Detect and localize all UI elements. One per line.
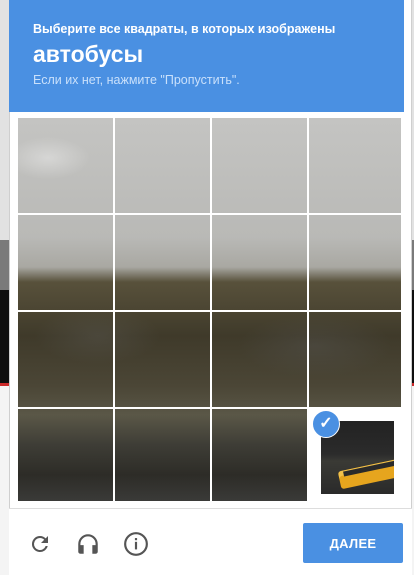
instruction-text: Выберите все квадраты, в которых изображ… [33, 22, 336, 36]
grid-tile[interactable] [115, 312, 210, 407]
grid-tile[interactable] [212, 312, 307, 407]
grid-tile[interactable] [18, 215, 113, 310]
grid-tile[interactable] [212, 118, 307, 213]
grid-tile[interactable] [115, 118, 210, 213]
captcha-header: Выберите все квадраты, в которых изображ… [9, 0, 404, 112]
reload-icon[interactable] [25, 529, 55, 559]
grid-tile[interactable] [18, 409, 113, 504]
captcha-footer: ДАЛЕЕ [9, 508, 412, 575]
target-object: автобусы [33, 41, 144, 67]
grid-tile[interactable] [18, 118, 113, 213]
grid-tile[interactable] [309, 118, 404, 213]
grid-tile[interactable] [309, 215, 404, 310]
checkmark-icon: ✓ [312, 410, 340, 438]
grid-tile[interactable] [212, 409, 307, 504]
image-grid [18, 118, 404, 504]
info-icon[interactable] [121, 529, 151, 559]
skip-hint: Если их нет, нажмите "Пропустить". [33, 73, 240, 87]
headphones-icon[interactable] [73, 529, 103, 559]
grid-tile[interactable] [212, 215, 307, 310]
grid-tile[interactable] [115, 215, 210, 310]
grid-tile[interactable] [115, 409, 210, 504]
grid-tile[interactable] [309, 312, 404, 407]
grid-tile[interactable] [18, 312, 113, 407]
next-button[interactable]: ДАЛЕЕ [303, 523, 403, 563]
